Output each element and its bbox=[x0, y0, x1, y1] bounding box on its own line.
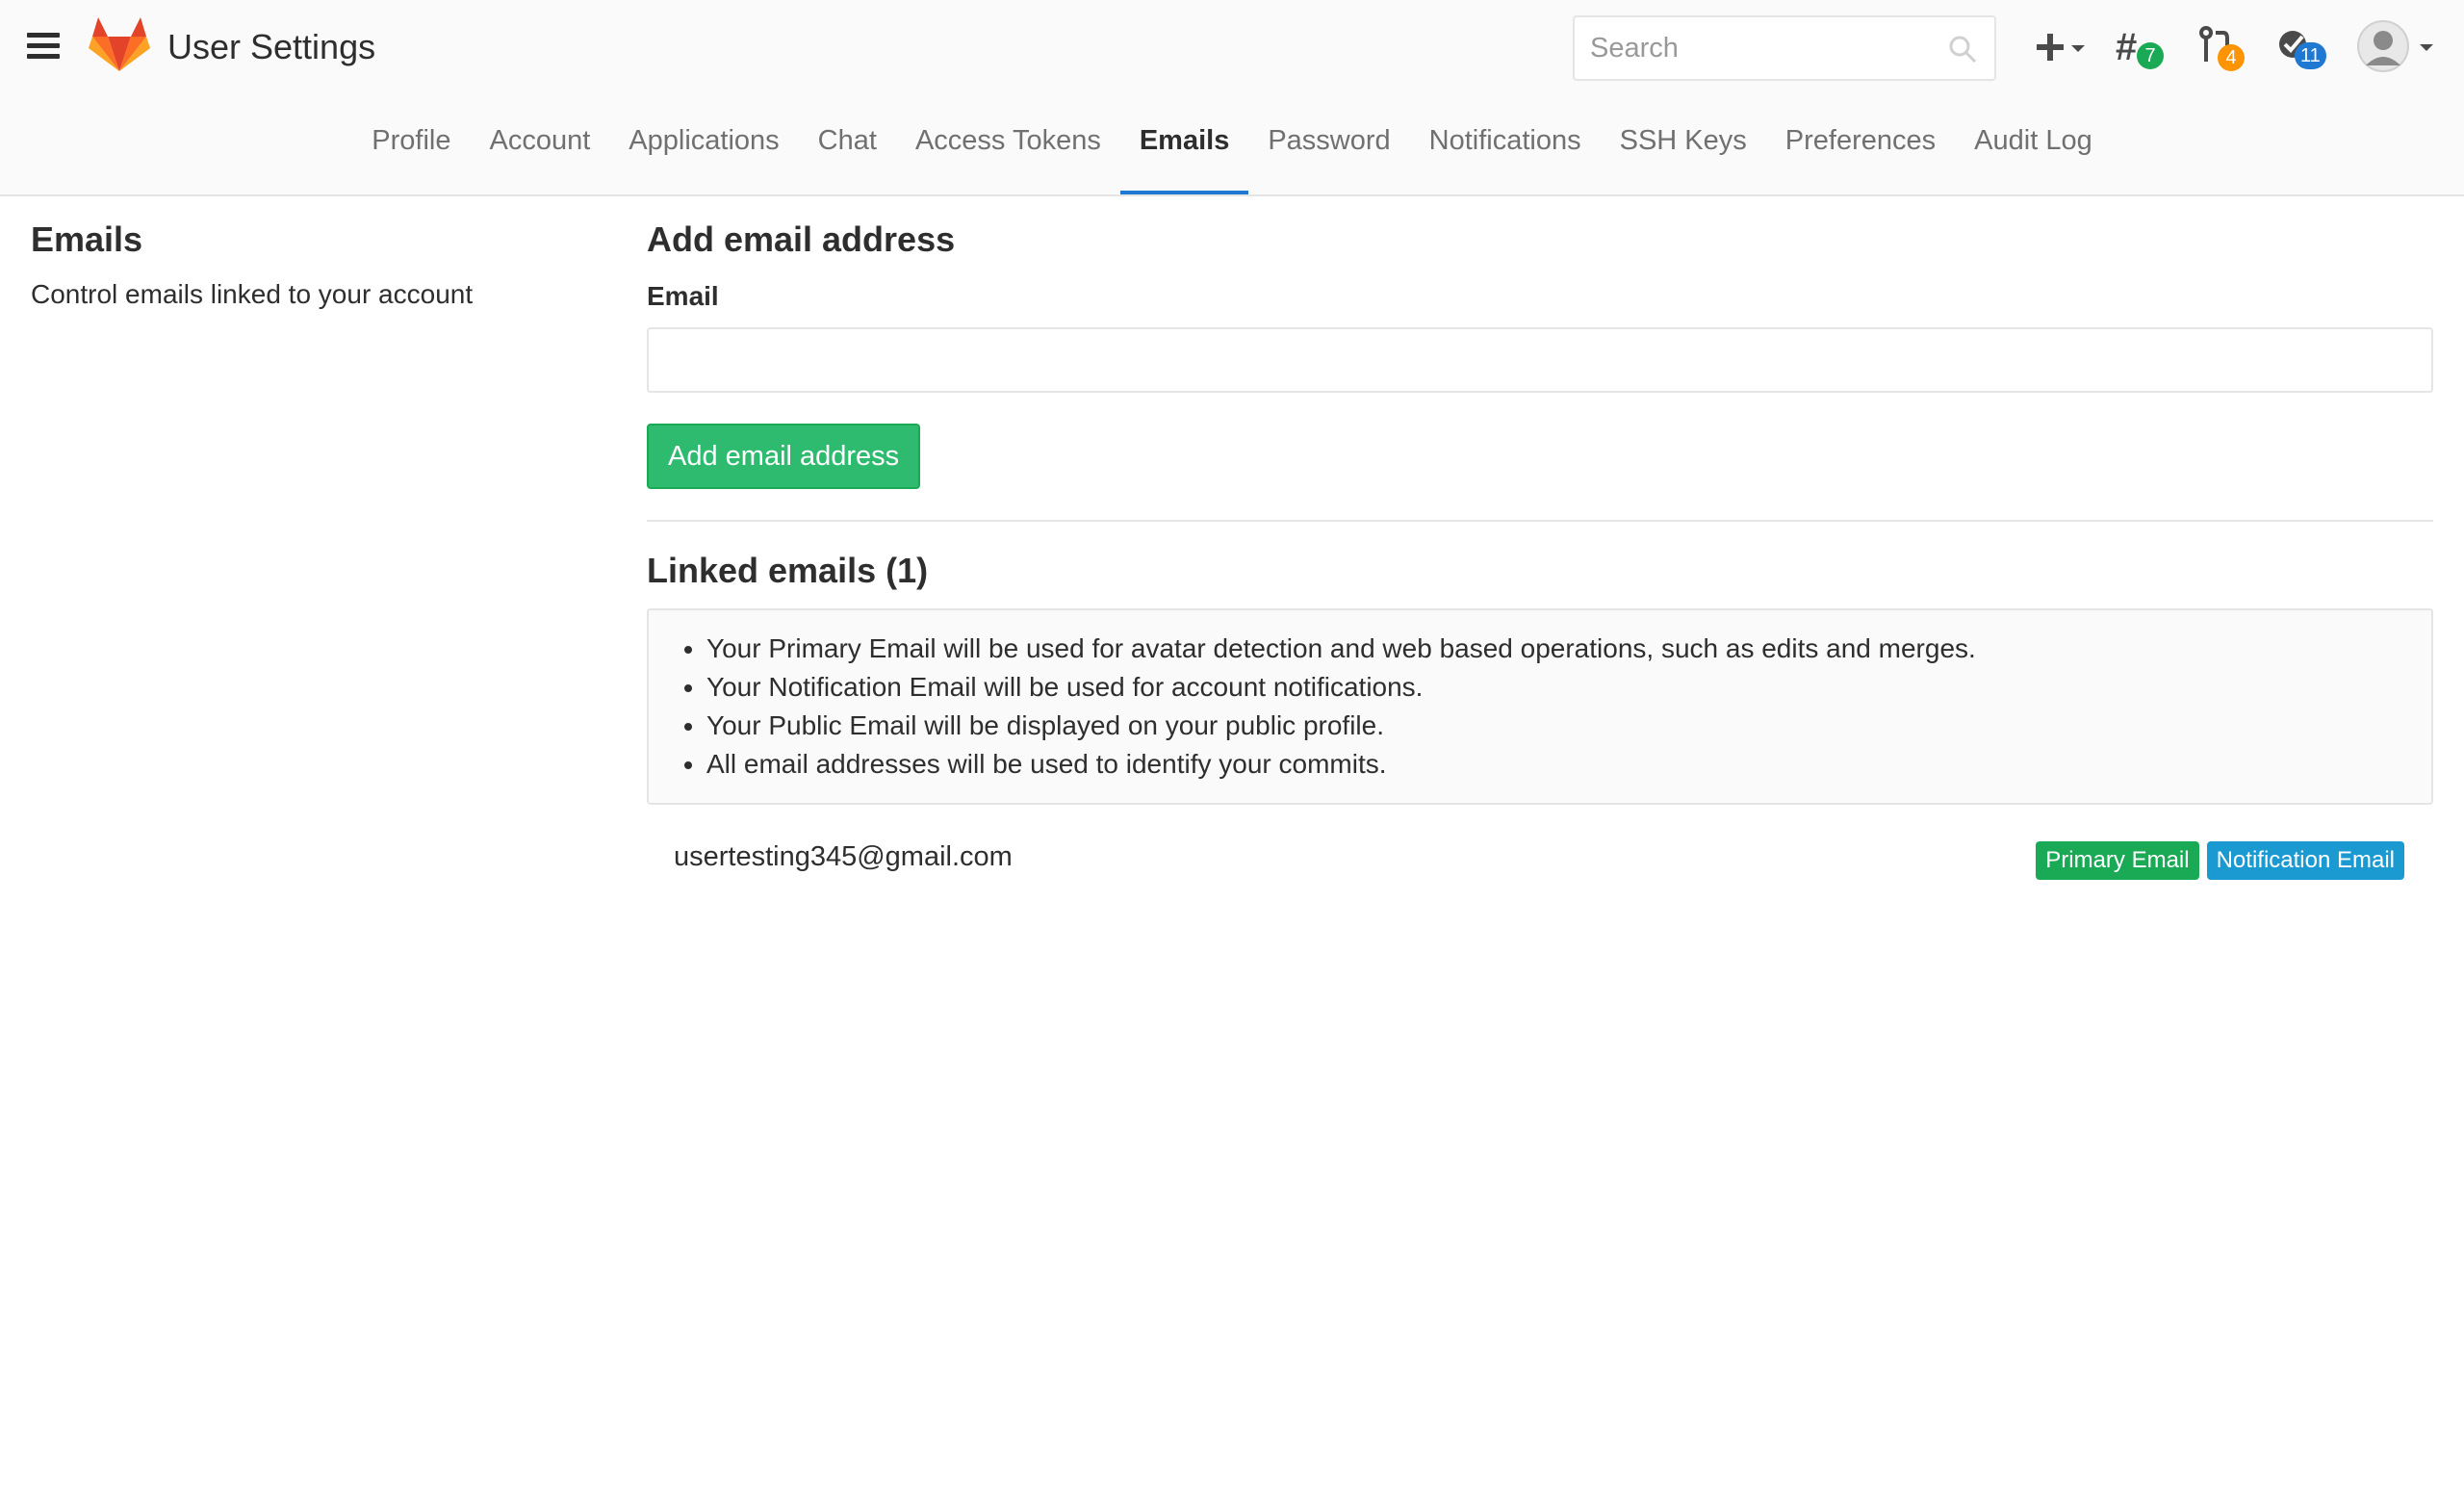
search-icon bbox=[1949, 36, 1977, 64]
email-address: usertesting345@gmail.com bbox=[674, 841, 1013, 872]
svg-text:#: # bbox=[2116, 26, 2137, 68]
email-field[interactable] bbox=[647, 327, 2433, 393]
tab-access-tokens[interactable]: Access Tokens bbox=[896, 108, 1120, 194]
section-sidebar: Emails Control emails linked to your acc… bbox=[31, 219, 608, 310]
section-title: Emails bbox=[31, 219, 143, 259]
top-bar: User Settings # 7 bbox=[0, 0, 2464, 96]
add-email-heading: Add email address bbox=[647, 219, 956, 259]
top-header: User Settings # 7 bbox=[0, 0, 2464, 196]
search-input[interactable] bbox=[1590, 25, 1937, 71]
email-list-item: usertesting345@gmail.com Primary Email N… bbox=[647, 832, 2433, 889]
tab-password[interactable]: Password bbox=[1248, 108, 1409, 194]
hamburger-menu-icon[interactable] bbox=[27, 33, 64, 64]
settings-tabs: Profile Account Applications Chat Access… bbox=[0, 108, 2464, 194]
plus-icon bbox=[2037, 34, 2085, 61]
tab-emails[interactable]: Emails bbox=[1119, 108, 1249, 194]
todos-link[interactable]: 11 bbox=[2275, 19, 2352, 77]
tab-profile[interactable]: Profile bbox=[352, 108, 470, 194]
divider bbox=[647, 520, 2433, 522]
tab-account[interactable]: Account bbox=[471, 108, 610, 194]
info-item: Your Public Email will be displayed on y… bbox=[706, 707, 2412, 745]
issues-link[interactable]: # 7 bbox=[2114, 19, 2168, 77]
merge-requests-link[interactable]: 4 bbox=[2196, 19, 2250, 77]
tab-audit-log[interactable]: Audit Log bbox=[1955, 108, 2112, 194]
info-list: Your Primary Email will be used for avat… bbox=[706, 630, 2412, 784]
primary-email-badge: Primary Email bbox=[2036, 841, 2199, 880]
emails-main: Add email address Email Add email addres… bbox=[647, 219, 2433, 889]
linked-emails-heading: Linked emails (1) bbox=[647, 551, 929, 590]
info-item: All email addresses will be used to iden… bbox=[706, 745, 2412, 784]
email-labels: Primary Email Notification Email bbox=[2028, 841, 2404, 880]
tab-chat[interactable]: Chat bbox=[799, 108, 896, 194]
email-info-box: Your Primary Email will be used for avat… bbox=[647, 608, 2433, 805]
info-item: Your Primary Email will be used for avat… bbox=[706, 630, 2412, 668]
tab-applications[interactable]: Applications bbox=[609, 108, 798, 194]
info-item: Your Notification Email will be used for… bbox=[706, 668, 2412, 707]
search-box[interactable] bbox=[1573, 15, 1996, 81]
section-description: Control emails linked to your account bbox=[31, 279, 474, 309]
add-email-button[interactable]: Add email address bbox=[647, 424, 921, 489]
notification-email-badge: Notification Email bbox=[2206, 841, 2404, 880]
user-avatar bbox=[2357, 20, 2433, 72]
tab-preferences[interactable]: Preferences bbox=[1766, 108, 1955, 194]
new-dropdown[interactable] bbox=[2033, 19, 2091, 77]
merge-requests-count-badge: 4 bbox=[2218, 44, 2245, 71]
app-title: User Settings bbox=[167, 27, 376, 66]
user-menu[interactable] bbox=[2356, 19, 2443, 77]
tab-notifications[interactable]: Notifications bbox=[1410, 108, 1601, 194]
tab-ssh-keys[interactable]: SSH Keys bbox=[1601, 108, 1766, 194]
todos-count-badge: 11 bbox=[2295, 42, 2326, 69]
gitlab-logo[interactable] bbox=[89, 15, 150, 73]
email-field-label: Email bbox=[647, 281, 719, 311]
issues-count-badge: 7 bbox=[2137, 42, 2164, 69]
